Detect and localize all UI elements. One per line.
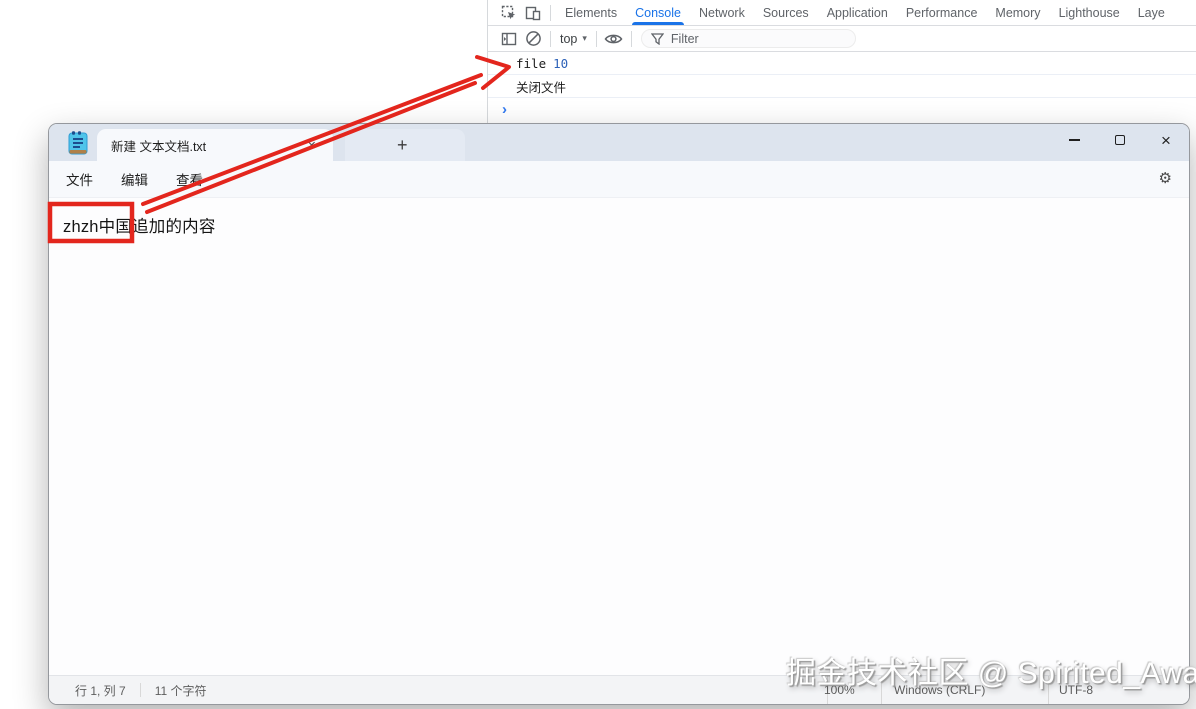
editor-text: zhzh中国追加的内容 [63,213,216,237]
tab-close-icon[interactable]: × [302,136,321,155]
char-count-label: 11 个字符 [155,682,207,699]
console-sidebar-button[interactable] [497,26,521,52]
tab-console[interactable]: Console [626,0,690,25]
statusbar-left: 行 1, 列 7 11 个字符 [75,676,206,704]
tab-layers[interactable]: Laye [1129,0,1174,25]
console-prompt[interactable]: › [488,98,1196,120]
tab-performance[interactable]: Performance [897,0,987,25]
zoom-level[interactable]: 100% [824,676,855,704]
notepad-app-icon [66,130,90,156]
cursor-position-label: 行 1, 列 7 [75,682,126,699]
maximize-icon [1115,135,1125,145]
console-message-text: 关闭文件 [516,77,566,96]
context-selector[interactable]: top ▾ [556,32,591,46]
sidebar-panel-icon [501,31,517,47]
window-controls: × [1051,124,1189,156]
notepad-window: 新建 文本文档.txt × + × 文件 编辑 查看 ⚙ [48,123,1190,705]
menu-view[interactable]: 查看 [176,169,203,189]
devtools-tab-bar: Elements Console Network Sources Applica… [488,0,1196,26]
inspect-element-button[interactable] [497,0,521,26]
gear-icon[interactable]: ⚙ [1159,169,1172,187]
menu-file[interactable]: 文件 [66,169,93,189]
devtools-tabs: Elements Console Network Sources Applica… [556,0,1174,25]
eye-icon [604,32,623,46]
menu-edit[interactable]: 编辑 [121,169,148,189]
line-ending-label[interactable]: Windows (CRLF) [894,676,985,704]
notepad-statusbar: 行 1, 列 7 11 个字符 100% Windows (CRLF) UTF-… [49,675,1189,704]
tab-elements[interactable]: Elements [556,0,626,25]
clear-console-button[interactable] [521,26,545,52]
console-message: 关闭文件 [488,75,1196,98]
statusbar-divider [1048,676,1049,704]
toolbar-separator [596,31,597,47]
tab-sources[interactable]: Sources [754,0,818,25]
clear-console-icon [525,30,542,47]
filter-input[interactable]: Filter [641,29,856,48]
minimize-button[interactable] [1051,124,1097,156]
screenshot-stage: Elements Console Network Sources Applica… [0,0,1196,709]
filter-funnel-icon [651,33,664,45]
device-toolbar-icon [525,5,541,21]
toolbar-separator [550,5,551,21]
toolbar-separator [550,31,551,47]
notepad-titlebar[interactable]: 新建 文本文档.txt × + × [49,124,1189,161]
chevron-down-icon: ▾ [582,33,587,44]
minimize-icon [1069,139,1080,141]
console-message-number: 10 [553,56,568,71]
inspect-cursor-icon [501,5,517,21]
tab-application[interactable]: Application [818,0,897,25]
maximize-button[interactable] [1097,124,1143,156]
filter-placeholder: Filter [671,32,699,46]
statusbar-divider [140,683,141,697]
console-prompt-icon: › [502,101,507,118]
tab-network[interactable]: Network [690,0,754,25]
devtools-panel: Elements Console Network Sources Applica… [487,0,1196,123]
editor-area[interactable]: zhzh中国追加的内容 [49,198,1189,676]
encoding-label[interactable]: UTF-8 [1059,676,1093,704]
statusbar-divider [881,676,882,704]
new-tab-button[interactable]: + [345,129,465,161]
device-toolbar-button[interactable] [521,0,545,26]
context-selector-label: top [560,32,577,46]
tab-lighthouse[interactable]: Lighthouse [1050,0,1129,25]
document-tab-title: 新建 文本文档.txt [111,136,302,155]
console-toolbar: top ▾ Filter [488,26,1196,52]
close-button[interactable]: × [1143,124,1189,156]
console-message-text: file [516,56,546,71]
close-icon: × [1161,132,1171,149]
new-tab-icon: + [397,135,408,156]
notepad-menubar: 文件 编辑 查看 ⚙ [49,161,1189,198]
live-expression-button[interactable] [602,26,626,52]
tab-memory[interactable]: Memory [986,0,1049,25]
toolbar-separator [631,31,632,47]
notepad-document-tab[interactable]: 新建 文本文档.txt × [97,129,333,161]
console-message: file 10 [488,52,1196,75]
